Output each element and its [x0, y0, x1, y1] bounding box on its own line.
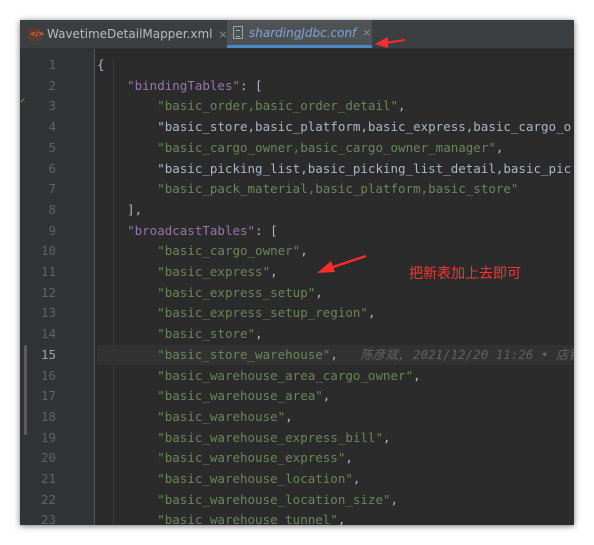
json-string: "basic_warehouse": [157, 408, 286, 424]
code-line[interactable]: {: [97, 55, 574, 76]
json-string: "basic_warehouse_area_cargo_owner": [157, 367, 414, 383]
code-line[interactable]: "basic_store",: [97, 324, 574, 345]
line-number: 20: [40, 450, 56, 466]
line-number: 19: [40, 429, 56, 445]
code-line[interactable]: ],: [97, 200, 574, 221]
line-number: 23: [40, 512, 56, 525]
json-string: "basic_store_warehouse": [157, 346, 331, 362]
code-line[interactable]: "basic_store_warehouse", 陈彦斌, 2021/12/20…: [97, 344, 574, 366]
json-string: "basic_order,basic_order_detail": [157, 98, 399, 114]
json-string: "basic_warehouse_tunnel": [157, 512, 338, 525]
code-line[interactable]: "basic_warehouse_location_size",: [97, 490, 574, 511]
line-number: 13: [40, 305, 56, 321]
code-line[interactable]: "basic_warehouse_express_bill",: [97, 428, 574, 449]
json-string: "basic_warehouse_express": [157, 450, 346, 466]
code-line[interactable]: "basic_warehouse",: [97, 407, 574, 428]
line-number: 6: [48, 160, 56, 176]
json-key: "broadcastTables": [127, 222, 256, 238]
gutter-divider: [94, 49, 95, 525]
line-number: 16: [40, 367, 56, 383]
code-line[interactable]: "basic_picking_list,basic_picking_list_d…: [97, 159, 574, 180]
line-number: 7: [48, 181, 56, 197]
line-number: 17: [40, 388, 56, 404]
line-number: 1: [48, 57, 56, 72]
tab-wavetime-detail-mapper[interactable]: </> WavetimeDetailMapper.xml ×: [28, 20, 228, 48]
json-string: "basic_cargo_owner": [157, 243, 301, 259]
json-string: "basic_express_setup": [157, 284, 316, 300]
json-string: "basic_pack_material,basic_platform,basi…: [157, 181, 519, 197]
json-key: "bindingTables": [127, 77, 240, 93]
config-file-icon: [233, 26, 243, 39]
code-line[interactable]: "basic_order,basic_order_detail",: [97, 96, 574, 117]
line-number: 2: [48, 77, 56, 93]
tab-label: WavetimeDetailMapper.xml: [47, 27, 213, 41]
line-number: 18: [40, 408, 56, 424]
line-number-gutter[interactable]: ✓ 1 2 3 4 5 6 7 8 9 10 11 12 13 14 15 16 17 18 19 20 21 22 23: [20, 49, 94, 525]
line-number: 4: [48, 119, 56, 135]
code-line[interactable]: "basic_pack_material,basic_platform,basi…: [97, 179, 574, 200]
line-number: 3: [48, 98, 56, 114]
line-number: 22: [40, 491, 56, 507]
json-string: "basic_express_setup_region": [157, 305, 368, 321]
json-string: "basic_store": [157, 326, 256, 342]
line-number: 5: [48, 139, 56, 155]
json-string: "basic_warehouse_location_size": [157, 491, 391, 507]
code-editor[interactable]: { "bindingTables": [ "basic_order,basic_…: [97, 49, 574, 525]
tab-sharding-jdbc-conf[interactable]: shardingJdbc.conf ×: [227, 20, 372, 48]
tab-label: shardingJdbc.conf: [249, 25, 357, 40]
line-number: 14: [40, 326, 56, 342]
code-line[interactable]: "basic_warehouse_area_cargo_owner",: [97, 366, 574, 387]
line-number: 11: [40, 264, 56, 279]
json-string: "basic_express": [157, 264, 271, 279]
line-number: 15: [40, 346, 56, 362]
code-line[interactable]: "basic_cargo_owner",: [97, 241, 574, 262]
line-number: 10: [40, 243, 56, 259]
line-number: 21: [40, 471, 56, 486]
code-line[interactable]: "basic_express_setup",: [97, 283, 574, 304]
git-blame-annotation: 陈彦斌, 2021/12/20 11:26 • 店铺: [337, 346, 574, 362]
code-line[interactable]: "bindingTables": [: [97, 76, 574, 97]
code-line[interactable]: "basic_warehouse_area",: [97, 386, 574, 407]
json-string: "basic_warehouse_express_bill": [157, 429, 383, 445]
code-line[interactable]: "basic_express_setup_region",: [97, 303, 574, 324]
code-line[interactable]: "basic_cargo_owner,basic_cargo_owner_man…: [97, 138, 574, 159]
close-icon[interactable]: ×: [362, 26, 371, 39]
json-string: "basic_warehouse_area": [157, 388, 323, 404]
code-line[interactable]: "basic_warehouse_tunnel",: [97, 510, 574, 525]
json-string: "basic_warehouse_location": [157, 471, 353, 486]
code-line[interactable]: "broadcastTables": [: [97, 221, 574, 242]
code-line[interactable]: "basic_warehouse_express",: [97, 448, 574, 469]
json-string: "basic_cargo_owner,basic_cargo_owner_man…: [157, 139, 496, 155]
line-number: 9: [48, 222, 56, 238]
code-line[interactable]: "basic_store,basic_platform,basic_expres…: [97, 117, 574, 138]
annotation-note: 把新表加上去即可: [409, 266, 521, 282]
editor-tab-bar: </> WavetimeDetailMapper.xml × shardingJ…: [20, 20, 574, 49]
line-number: 12: [40, 284, 56, 300]
code-line[interactable]: "basic_warehouse_location",: [97, 469, 574, 490]
xml-file-icon: </>: [28, 27, 44, 41]
line-number: 8: [48, 201, 56, 217]
editor-window: </> WavetimeDetailMapper.xml × shardingJ…: [20, 20, 574, 525]
